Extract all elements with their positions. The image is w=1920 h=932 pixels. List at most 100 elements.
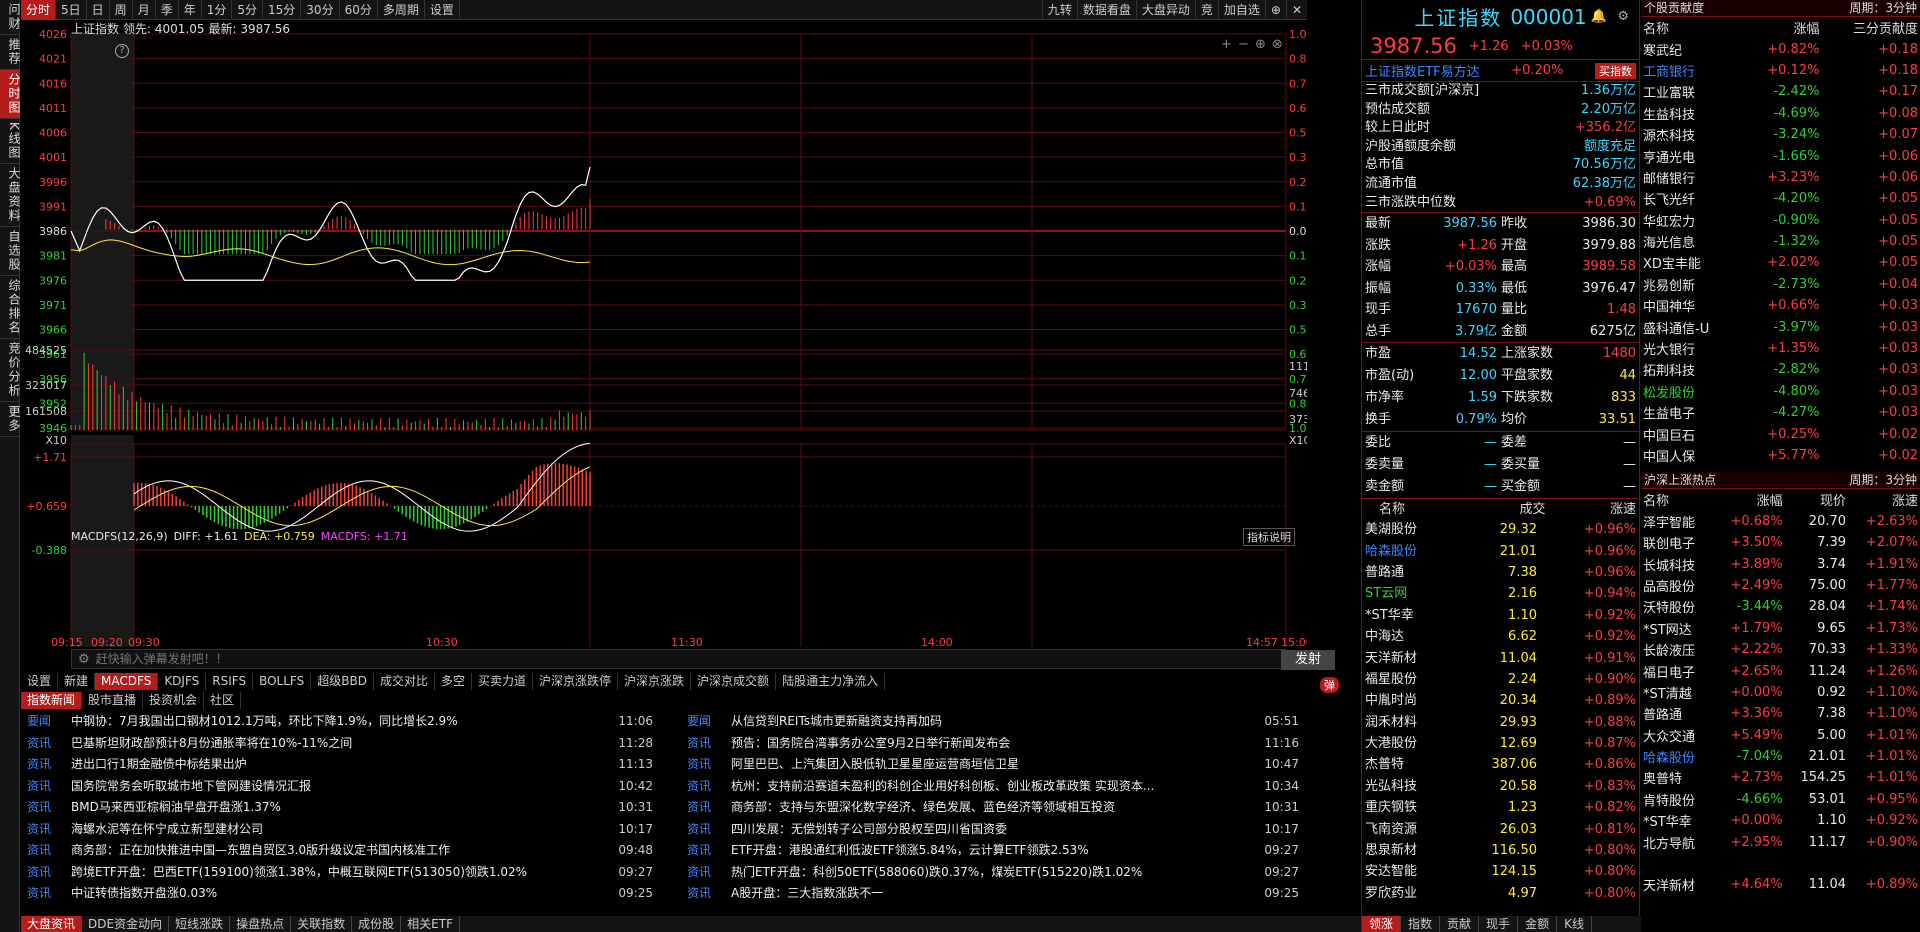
close-icon[interactable]: ✕ [1285, 0, 1307, 20]
stock-name[interactable]: 福星股份 [1365, 669, 1465, 690]
table-row[interactable]: 生益科技 -4.69% +0.08 [1641, 103, 1920, 124]
table-row[interactable]: 福日电子 +2.65% 11.24 +1.26% [1641, 660, 1920, 681]
period-tab-10[interactable]: 30分 [301, 0, 340, 20]
bottom-tab-2[interactable]: 短线涨跌 [169, 916, 231, 932]
info-tab-5[interactable]: K线 [1557, 916, 1592, 932]
table-row[interactable]: 泽宇智能 +0.68% 20.70 +2.63% [1641, 511, 1920, 532]
table-row[interactable]: 联创电子 +3.50% 7.39 +2.07% [1641, 532, 1920, 553]
table-row[interactable]: 长城科技 +3.89% 3.74 +1.91% [1641, 553, 1920, 574]
table-row[interactable]: *ST华幸 +0.00% 1.10 +0.92% [1641, 810, 1920, 831]
news-item[interactable]: 资讯 阿里巴巴、上汽集团入股低轨卫星星座运营商垣信卫星 10:47 [681, 754, 1307, 776]
stock-name[interactable]: *ST网达 [1641, 618, 1713, 639]
info-tab-4[interactable]: 金额 [1518, 916, 1558, 932]
news-item[interactable]: 资讯 跨境ETF开盘：巴西ETF(159100)领涨1.38%，中概互联网ETF(… [21, 862, 661, 884]
table-row[interactable]: 普路通 +3.36% 7.38 +1.10% [1641, 703, 1920, 724]
nav-item-5[interactable]: 自选股 [0, 227, 21, 276]
news-item[interactable]: 资讯 ETF开盘：港股通红利低波ETF领涨5.84%，云计算ETF领跌2.53% 0… [681, 840, 1307, 862]
bottom-tab-5[interactable]: 成份股 [352, 916, 402, 932]
news-item[interactable]: 资讯 商务部：支持与东盟深化数字经济、绿色发展、蓝色经济等领域相互投资 10:31 [681, 797, 1307, 819]
indicator-tab-2[interactable]: MACDFS [95, 673, 159, 690]
contribution-period[interactable]: 周期：3分钟 [1849, 0, 1917, 16]
stock-name[interactable]: 安达智能 [1365, 861, 1465, 882]
indicator-tab-11[interactable]: 沪深京涨跌 [618, 673, 692, 690]
stock-name[interactable]: 联创电子 [1641, 532, 1713, 553]
stock-name[interactable]: 亨通光电 [1641, 145, 1741, 166]
stock-name[interactable]: ST云网 [1365, 583, 1465, 604]
stock-name[interactable]: 罗欣药业 [1365, 883, 1465, 904]
news-text[interactable]: 商务部：正在加快推进中国—东盟自贸区3.0版升级议定书国内核准工作 [71, 840, 611, 862]
table-row[interactable]: 哈森股份 -7.04% 21.01 +1.01% [1641, 746, 1920, 767]
stock-name[interactable]: 沃特股份 [1641, 596, 1713, 617]
table-row[interactable]: 大众交通 +5.49% 5.00 +1.01% [1641, 725, 1920, 746]
indicator-tab-1[interactable]: 新建 [58, 673, 96, 690]
list-header[interactable]: 成交 [1466, 499, 1545, 519]
news-text[interactable]: BMD马来西亚棕榈油早盘开盘涨1.37% [71, 797, 611, 819]
table-row[interactable]: 北方导航 +2.95% 11.17 +0.90% [1641, 831, 1920, 852]
list-item[interactable]: 哈森股份 21.01 +0.96% [1362, 541, 1639, 562]
stock-name[interactable]: 生益科技 [1641, 103, 1741, 124]
table-row[interactable]: 生益电子 -4.27% +0.03 [1641, 402, 1920, 423]
period-tab-7[interactable]: 1分 [202, 0, 233, 20]
indicator-tab-13[interactable]: 陆股通主力净流入 [776, 673, 886, 690]
nav-item-0[interactable]: 问财 [0, 0, 21, 35]
news-item[interactable]: 资讯 杭州：支持前沿赛道未盈利的科创企业用好科创板、创业板改革政策 实现资本...… [681, 776, 1307, 798]
list-item[interactable]: 杰普特 387.06 +0.86% [1362, 754, 1639, 775]
news-text[interactable]: 从信贷到REITs城市更新融资支持再加码 [731, 711, 1257, 733]
table-row[interactable]: *ST清越 +0.00% 0.92 +1.10% [1641, 682, 1920, 703]
indicator-tab-12[interactable]: 沪深京成交额 [691, 673, 777, 690]
news-text[interactable]: 跨境ETF开盘：巴西ETF(159100)领涨1.38%，中概互联网ETF(51… [71, 862, 611, 884]
bottom-tab-1[interactable]: DDE资金动向 [82, 916, 170, 932]
news-item[interactable]: 资讯 国务院常务会听取城市地下管网建设情况汇报 10:42 [21, 776, 661, 798]
danmu-switch[interactable]: 弹 [1320, 677, 1339, 693]
stock-name[interactable]: 奥普特 [1641, 767, 1713, 788]
stock-name[interactable]: 杰普特 [1365, 754, 1465, 775]
indicator-tab-9[interactable]: 买卖力道 [472, 673, 534, 690]
news-item[interactable]: 资讯 中证转债指数开盘涨0.03% 09:25 [21, 883, 661, 905]
news-item[interactable]: 资讯 预告：国务院台湾事务办公室9月2日举行新闻发布会 11:16 [681, 733, 1307, 755]
bottom-tab-6[interactable]: 相关ETF [401, 916, 460, 932]
info-tab-2[interactable]: 贡献 [1440, 916, 1480, 932]
table-row[interactable]: 工业富联 -2.42% +0.17 [1641, 81, 1920, 102]
news-text[interactable]: 国务院常务会听取城市地下管网建设情况汇报 [71, 776, 611, 798]
stock-name[interactable]: 邮储银行 [1641, 167, 1741, 188]
stock-name[interactable]: 品高股份 [1641, 575, 1713, 596]
toolbar-1[interactable]: 数据看盘 [1076, 0, 1136, 20]
period-tab-3[interactable]: 周 [110, 0, 133, 20]
period-tab-9[interactable]: 15分 [263, 0, 302, 20]
list-item[interactable]: 思泉新材 116.50 +0.80% [1362, 840, 1639, 861]
stock-name[interactable]: 生益电子 [1641, 402, 1741, 423]
stock-name[interactable]: 光大银行 [1641, 338, 1741, 359]
period-tab-12[interactable]: 多周期 [378, 0, 425, 20]
stock-name[interactable]: *ST华幸 [1365, 605, 1465, 626]
news-item[interactable]: 资讯 进出口行1期金融债中标结果出炉 11:13 [21, 754, 661, 776]
stock-name[interactable]: 泽宇智能 [1641, 511, 1713, 532]
period-tab-6[interactable]: 年 [179, 0, 202, 20]
menu-icon[interactable]: ⊕ [1264, 0, 1286, 20]
news-tab-0[interactable]: 指数新闻 [21, 692, 83, 709]
info-tab-3[interactable]: 现手 [1479, 916, 1519, 932]
toolbar-3[interactable]: 竞 [1194, 0, 1218, 20]
table-row[interactable]: 长飞光纤 -4.20% +0.05 [1641, 188, 1920, 209]
nav-item-8[interactable]: 更多 [0, 402, 21, 437]
bottom-tab-0[interactable]: 大盘资讯 [21, 916, 83, 932]
column-header[interactable]: 三分贡献度 [1821, 17, 1920, 38]
list-item[interactable]: 中胤时尚 20.34 +0.89% [1362, 690, 1639, 711]
stock-name[interactable]: 重庆钢铁 [1365, 797, 1465, 818]
table-row[interactable]: 品高股份 +2.49% 75.00 +1.77% [1641, 575, 1920, 596]
table-row[interactable]: 沃特股份 -3.44% 28.04 +1.74% [1641, 596, 1920, 617]
indicator-tab-7[interactable]: 成交对比 [374, 673, 435, 690]
table-row[interactable]: 华虹宏力 -0.90% +0.05 [1641, 210, 1920, 231]
stock-name[interactable]: 美湖股份 [1365, 519, 1465, 540]
stock-name[interactable]: *ST华幸 [1641, 810, 1713, 831]
news-text[interactable]: 热门ETF开盘：科创50ETF(588060)跌0.37%，煤炭ETF(5152… [731, 862, 1257, 884]
news-text[interactable]: 海螺水泥等在怀宁成立新型建材公司 [71, 819, 611, 841]
list-item[interactable]: 润禾材料 29.93 +0.88% [1362, 712, 1639, 733]
table-row[interactable]: 肯特股份 -4.66% 53.01 +0.95% [1641, 789, 1920, 810]
stock-name[interactable]: 普路通 [1641, 703, 1713, 724]
table-row[interactable]: 工商银行 +0.12% +0.18 [1641, 60, 1920, 81]
stock-name[interactable]: 光弘科技 [1365, 776, 1465, 797]
news-tab-3[interactable]: 社区 [204, 692, 242, 709]
period-tab-11[interactable]: 60分 [340, 0, 378, 20]
news-text[interactable]: 预告：国务院台湾事务办公室9月2日举行新闻发布会 [731, 733, 1257, 755]
table-row[interactable]: 中国巨石 +0.25% +0.02 [1641, 423, 1920, 444]
